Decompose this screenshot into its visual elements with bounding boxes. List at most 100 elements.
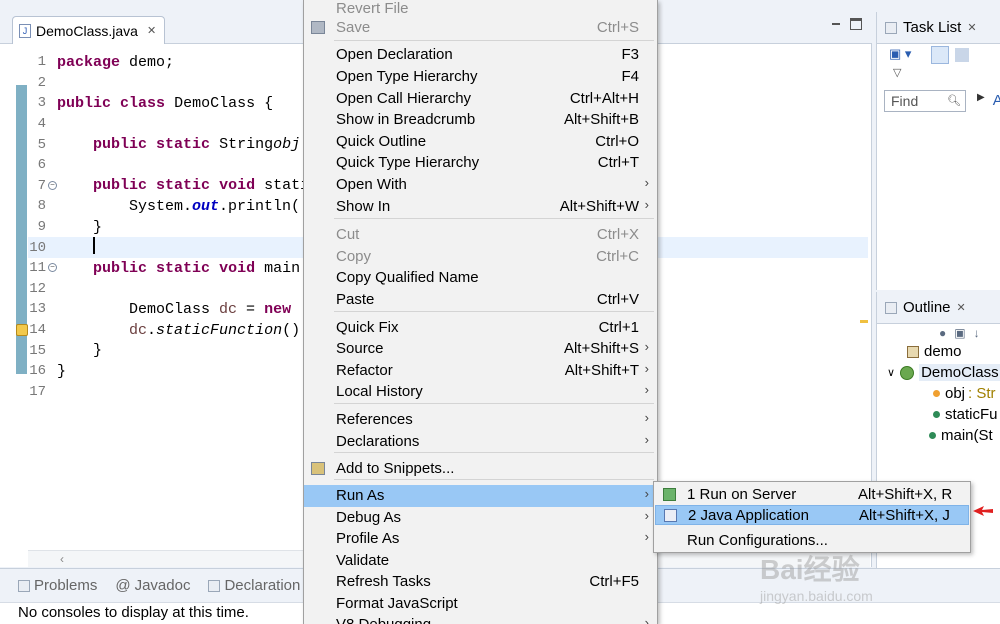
line-number: 13	[29, 301, 46, 318]
fold-icon[interactable]: −	[48, 262, 57, 272]
menu-item-shortcut: Ctrl+S	[596, 19, 639, 36]
minimize-icon[interactable]	[830, 18, 842, 30]
menu-item-quick-type-hierarchy[interactable]: Quick Type Hierarchy Ctrl+T	[304, 152, 657, 174]
tab-javadoc[interactable]: @ Javadoc	[115, 577, 190, 594]
outline-item-method[interactable]: staticFu	[933, 406, 998, 423]
menu-item-run-as[interactable]: Run As ›	[304, 485, 657, 507]
hide-fields-icon[interactable]: ●	[939, 326, 946, 340]
code-text: public static Stringobj	[57, 136, 300, 153]
filter-link[interactable]: ▶ A	[977, 92, 1000, 109]
menu-item-paste[interactable]: Paste Ctrl+V	[304, 289, 657, 311]
maximize-icon[interactable]	[850, 18, 862, 30]
fold-icon[interactable]: −	[48, 180, 57, 190]
menu-item-format-javascript[interactable]: Format JavaScript	[304, 593, 657, 615]
menu-item-open-declaration[interactable]: Open Declaration F3	[304, 44, 657, 66]
menu-item-quick-outline[interactable]: Quick Outline Ctrl+O	[304, 131, 657, 153]
menu-item-open-call-hierarchy[interactable]: Open Call Hierarchy Ctrl+Alt+H	[304, 88, 657, 110]
menu-item-local-history[interactable]: Local History ›	[304, 381, 657, 403]
close-icon[interactable]: ✕	[147, 24, 156, 37]
watermark: Bai经验 jingyan.baidu.com	[760, 548, 873, 604]
red-arrow-annotation	[973, 506, 993, 516]
outline-item-label: demo	[924, 343, 962, 360]
outline-item-field[interactable]: obj : Str	[933, 385, 996, 402]
find-input[interactable]: Find 🔍︎	[884, 90, 966, 112]
code-token: =	[237, 300, 265, 318]
chevron-right-icon: ›	[644, 382, 649, 397]
line-number: 8	[37, 198, 46, 215]
menu-item-open-type-hierarchy[interactable]: Open Type Hierarchy F4	[304, 66, 657, 88]
menu-item-refactor[interactable]: Refactor Alt+Shift+T ›	[304, 360, 657, 382]
watermark-brand: Bai	[760, 554, 804, 585]
menu-item-show-in-breadcrumb[interactable]: Show in Breadcrumb Alt+Shift+B	[304, 109, 657, 131]
categorize-icon[interactable]	[931, 46, 949, 64]
code-token: dc	[129, 321, 148, 339]
menu-item-label: Declarations	[336, 433, 420, 450]
line-number: 10	[29, 239, 46, 256]
hide-static-icon[interactable]: ▣	[954, 326, 965, 340]
code-token: ()	[282, 321, 301, 339]
submenu-item-label: Run Configurations...	[687, 532, 828, 549]
submenu-item-2-java-application[interactable]: 2 Java Application Alt+Shift+X, J	[655, 505, 969, 525]
sort-icon[interactable]: ↓	[974, 326, 980, 340]
menu-item-label: V8 Debugging	[336, 616, 431, 624]
menu-item-copy-qualified-name[interactable]: Copy Qualified Name	[304, 267, 657, 289]
new-task-icon[interactable]: ▣ ▾	[889, 46, 911, 62]
menu-item-validate[interactable]: Validate	[304, 550, 657, 572]
tab-outline[interactable]: Outline ✕	[877, 292, 1000, 324]
task-list-panel: Task List ✕ ▣ ▾ ▽ Find 🔍︎ ▶ A	[876, 12, 1000, 290]
menu-item-copy[interactable]: Copy Ctrl+C	[304, 246, 657, 268]
submenu-item-1-run-on-server[interactable]: 1 Run on Server Alt+Shift+X, R	[655, 485, 969, 505]
menu-item-label: Show In	[336, 198, 391, 215]
menu-item-cut[interactable]: Cut Ctrl+X	[304, 224, 657, 246]
server-run-icon	[663, 488, 676, 501]
outline-item-package[interactable]: demo	[907, 343, 962, 360]
menu-item-label: Validate	[336, 552, 390, 569]
tab-declaration[interactable]: Declaration	[208, 577, 300, 594]
menu-item-label: Paste	[336, 291, 375, 308]
line-number: 17	[29, 383, 46, 400]
outline-item-class[interactable]: ∨ DemoClass	[887, 364, 1000, 381]
chevron-down-icon[interactable]: ∨	[887, 366, 895, 379]
menu-item-debug-as[interactable]: Debug As ›	[304, 507, 657, 529]
close-icon[interactable]: ✕	[967, 21, 976, 34]
menu-item-label: Show in Breadcrumb	[336, 111, 476, 128]
warning-icon[interactable]	[16, 323, 28, 336]
schedule-icon[interactable]	[955, 48, 969, 62]
menu-item-v8-debugging[interactable]: V8 Debugging ›	[304, 614, 657, 624]
menu-item-profile-as[interactable]: Profile As ›	[304, 528, 657, 550]
code-token: .	[147, 321, 157, 339]
menu-item-quick-fix[interactable]: Quick Fix Ctrl+1	[304, 317, 657, 339]
scroll-left-icon[interactable]: ‹	[60, 552, 64, 566]
menu-item-refresh-tasks[interactable]: Refresh Tasks Ctrl+F5	[304, 571, 657, 593]
line-number: 16	[29, 363, 46, 380]
outline-item-method[interactable]: main(St	[929, 427, 993, 444]
tab-declaration-label: Declaration	[224, 577, 301, 594]
editor-tab-democlass[interactable]: J DemoClass.java ✕	[12, 16, 166, 44]
tab-task-list[interactable]: Task List ✕	[877, 12, 1000, 44]
code-token: String	[219, 136, 274, 154]
submenu-item-shortcut: Alt+Shift+X, R	[858, 486, 953, 503]
close-icon[interactable]: ✕	[957, 301, 966, 314]
search-icon[interactable]: 🔍︎	[947, 91, 961, 111]
tab-problems[interactable]: Problems	[18, 577, 97, 594]
menu-item-source[interactable]: Source Alt+Shift+S ›	[304, 338, 657, 360]
menu-item-show-in[interactable]: Show In Alt+Shift+W ›	[304, 196, 657, 218]
view-menu-icon[interactable]: ▽	[893, 66, 901, 79]
outline-item-label: staticFu	[945, 406, 998, 423]
menu-item-open-with[interactable]: Open With ›	[304, 174, 657, 196]
menu-item-label: Open Type Hierarchy	[336, 68, 478, 85]
outline-toolbar: ● ▣ ↓	[939, 326, 980, 340]
menu-item-declarations[interactable]: Declarations ›	[304, 431, 657, 453]
code-token: obj	[273, 136, 301, 154]
task-list-icon	[885, 21, 897, 34]
code-token: System.	[57, 197, 193, 215]
menu-item-save[interactable]: Save Ctrl+S	[304, 17, 657, 39]
menu-item-label: References	[336, 411, 413, 428]
menu-item-references[interactable]: References ›	[304, 409, 657, 431]
code-token: }	[57, 342, 103, 360]
line-number: 7	[37, 177, 46, 194]
menu-item-add-to-snippets[interactable]: Add to Snippets...	[304, 458, 657, 480]
menu-item-shortcut: Ctrl+Alt+H	[569, 90, 639, 107]
